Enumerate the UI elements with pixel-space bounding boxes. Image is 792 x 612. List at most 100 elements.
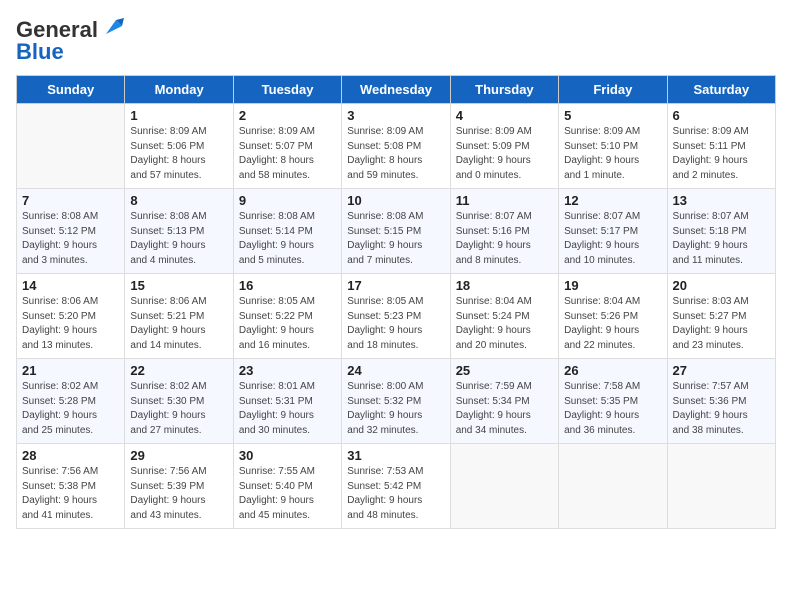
calendar-cell: 25 Sunrise: 7:59 AMSunset: 5:34 PMDayligh… bbox=[450, 359, 558, 444]
calendar-cell: 2 Sunrise: 8:09 AMSunset: 5:07 PMDaylight… bbox=[233, 104, 341, 189]
week-row-3: 14 Sunrise: 8:06 AMSunset: 5:20 PMDayligh… bbox=[17, 274, 776, 359]
calendar-cell: 17 Sunrise: 8:05 AMSunset: 5:23 PMDayligh… bbox=[342, 274, 450, 359]
calendar-cell: 13 Sunrise: 8:07 AMSunset: 5:18 PMDayligh… bbox=[667, 189, 775, 274]
day-detail: Sunrise: 7:55 AMSunset: 5:40 PMDaylight:… bbox=[239, 465, 336, 523]
calendar-cell: 14 Sunrise: 8:06 AMSunset: 5:20 PMDayligh… bbox=[17, 274, 125, 359]
day-number: 23 bbox=[239, 363, 336, 378]
calendar-cell bbox=[667, 444, 775, 529]
day-header-wednesday: Wednesday bbox=[342, 76, 450, 104]
calendar-cell: 18 Sunrise: 8:04 AMSunset: 5:24 PMDayligh… bbox=[450, 274, 558, 359]
calendar-cell: 21 Sunrise: 8:02 AMSunset: 5:28 PMDayligh… bbox=[17, 359, 125, 444]
calendar-cell bbox=[450, 444, 558, 529]
calendar-cell: 11 Sunrise: 8:07 AMSunset: 5:16 PMDayligh… bbox=[450, 189, 558, 274]
day-detail: Sunrise: 8:00 AMSunset: 5:32 PMDaylight:… bbox=[347, 380, 444, 438]
day-number: 14 bbox=[22, 278, 119, 293]
day-detail: Sunrise: 8:09 AMSunset: 5:10 PMDaylight:… bbox=[564, 125, 661, 183]
day-number: 20 bbox=[673, 278, 770, 293]
day-number: 1 bbox=[130, 108, 227, 123]
calendar-cell bbox=[559, 444, 667, 529]
day-detail: Sunrise: 8:01 AMSunset: 5:31 PMDaylight:… bbox=[239, 380, 336, 438]
day-header-saturday: Saturday bbox=[667, 76, 775, 104]
day-header-thursday: Thursday bbox=[450, 76, 558, 104]
day-detail: Sunrise: 8:07 AMSunset: 5:17 PMDaylight:… bbox=[564, 210, 661, 268]
day-detail: Sunrise: 8:09 AMSunset: 5:11 PMDaylight:… bbox=[673, 125, 770, 183]
day-detail: Sunrise: 8:04 AMSunset: 5:24 PMDaylight:… bbox=[456, 295, 553, 353]
logo-blue: Blue bbox=[16, 39, 64, 65]
day-number: 22 bbox=[130, 363, 227, 378]
day-detail: Sunrise: 7:57 AMSunset: 5:36 PMDaylight:… bbox=[673, 380, 770, 438]
week-row-5: 28 Sunrise: 7:56 AMSunset: 5:38 PMDayligh… bbox=[17, 444, 776, 529]
calendar-cell: 27Sunrise: 7:57 AMSunset: 5:36 PMDayligh… bbox=[667, 359, 775, 444]
day-detail: Sunrise: 7:56 AMSunset: 5:39 PMDaylight:… bbox=[130, 465, 227, 523]
day-number: 26 bbox=[564, 363, 661, 378]
calendar-cell: 29Sunrise: 7:56 AMSunset: 5:39 PMDayligh… bbox=[125, 444, 233, 529]
calendar-cell: 22 Sunrise: 8:02 AMSunset: 5:30 PMDayligh… bbox=[125, 359, 233, 444]
day-number: 18 bbox=[456, 278, 553, 293]
calendar-cell: 15Sunrise: 8:06 AMSunset: 5:21 PMDayligh… bbox=[125, 274, 233, 359]
calendar-cell: 16 Sunrise: 8:05 AMSunset: 5:22 PMDayligh… bbox=[233, 274, 341, 359]
header: General Blue bbox=[16, 16, 776, 65]
day-number: 21 bbox=[22, 363, 119, 378]
day-number: 8 bbox=[130, 193, 227, 208]
calendar-cell: 26 Sunrise: 7:58 AMSunset: 5:35 PMDayligh… bbox=[559, 359, 667, 444]
day-number: 2 bbox=[239, 108, 336, 123]
day-header-sunday: Sunday bbox=[17, 76, 125, 104]
calendar-cell: 31 Sunrise: 7:53 AMSunset: 5:42 PMDayligh… bbox=[342, 444, 450, 529]
day-number: 9 bbox=[239, 193, 336, 208]
calendar-cell: 20 Sunrise: 8:03 AMSunset: 5:27 PMDayligh… bbox=[667, 274, 775, 359]
day-detail: Sunrise: 8:06 AMSunset: 5:20 PMDaylight:… bbox=[22, 295, 119, 353]
calendar-cell: 24Sunrise: 8:00 AMSunset: 5:32 PMDayligh… bbox=[342, 359, 450, 444]
calendar-cell: 3Sunrise: 8:09 AMSunset: 5:08 PMDaylight… bbox=[342, 104, 450, 189]
day-number: 16 bbox=[239, 278, 336, 293]
week-row-4: 21 Sunrise: 8:02 AMSunset: 5:28 PMDayligh… bbox=[17, 359, 776, 444]
day-detail: Sunrise: 8:04 AMSunset: 5:26 PMDaylight:… bbox=[564, 295, 661, 353]
calendar-cell: 30 Sunrise: 7:55 AMSunset: 5:40 PMDayligh… bbox=[233, 444, 341, 529]
day-detail: Sunrise: 8:02 AMSunset: 5:30 PMDaylight:… bbox=[130, 380, 227, 438]
day-number: 25 bbox=[456, 363, 553, 378]
calendar-cell: 19Sunrise: 8:04 AMSunset: 5:26 PMDayligh… bbox=[559, 274, 667, 359]
day-detail: Sunrise: 8:09 AMSunset: 5:09 PMDaylight:… bbox=[456, 125, 553, 183]
day-detail: Sunrise: 7:56 AMSunset: 5:38 PMDaylight:… bbox=[22, 465, 119, 523]
day-header-tuesday: Tuesday bbox=[233, 76, 341, 104]
calendar-cell: 1Sunrise: 8:09 AMSunset: 5:06 PMDaylight… bbox=[125, 104, 233, 189]
day-number: 13 bbox=[673, 193, 770, 208]
day-number: 7 bbox=[22, 193, 119, 208]
day-header-friday: Friday bbox=[559, 76, 667, 104]
week-row-1: 1Sunrise: 8:09 AMSunset: 5:06 PMDaylight… bbox=[17, 104, 776, 189]
day-detail: Sunrise: 7:58 AMSunset: 5:35 PMDaylight:… bbox=[564, 380, 661, 438]
logo: General Blue bbox=[16, 16, 124, 65]
day-number: 28 bbox=[22, 448, 119, 463]
day-detail: Sunrise: 7:53 AMSunset: 5:42 PMDaylight:… bbox=[347, 465, 444, 523]
day-number: 12 bbox=[564, 193, 661, 208]
calendar-cell: 23 Sunrise: 8:01 AMSunset: 5:31 PMDayligh… bbox=[233, 359, 341, 444]
calendar-cell: 5 Sunrise: 8:09 AMSunset: 5:10 PMDaylight… bbox=[559, 104, 667, 189]
day-number: 10 bbox=[347, 193, 444, 208]
calendar-cell: 7Sunrise: 8:08 AMSunset: 5:12 PMDaylight… bbox=[17, 189, 125, 274]
day-detail: Sunrise: 8:09 AMSunset: 5:08 PMDaylight:… bbox=[347, 125, 444, 183]
day-detail: Sunrise: 8:07 AMSunset: 5:16 PMDaylight:… bbox=[456, 210, 553, 268]
day-number: 17 bbox=[347, 278, 444, 293]
day-detail: Sunrise: 8:02 AMSunset: 5:28 PMDaylight:… bbox=[22, 380, 119, 438]
calendar-cell: 12 Sunrise: 8:07 AMSunset: 5:17 PMDayligh… bbox=[559, 189, 667, 274]
logo-bird-icon bbox=[102, 16, 124, 38]
day-number: 5 bbox=[564, 108, 661, 123]
day-detail: Sunrise: 8:05 AMSunset: 5:23 PMDaylight:… bbox=[347, 295, 444, 353]
calendar-table: SundayMondayTuesdayWednesdayThursdayFrid… bbox=[16, 75, 776, 529]
day-detail: Sunrise: 8:08 AMSunset: 5:15 PMDaylight:… bbox=[347, 210, 444, 268]
calendar-cell: 10 Sunrise: 8:08 AMSunset: 5:15 PMDayligh… bbox=[342, 189, 450, 274]
day-number: 6 bbox=[673, 108, 770, 123]
day-detail: Sunrise: 8:03 AMSunset: 5:27 PMDaylight:… bbox=[673, 295, 770, 353]
day-number: 11 bbox=[456, 193, 553, 208]
day-number: 4 bbox=[456, 108, 553, 123]
calendar-cell: 9 Sunrise: 8:08 AMSunset: 5:14 PMDaylight… bbox=[233, 189, 341, 274]
day-detail: Sunrise: 8:09 AMSunset: 5:07 PMDaylight:… bbox=[239, 125, 336, 183]
calendar-cell: 4 Sunrise: 8:09 AMSunset: 5:09 PMDaylight… bbox=[450, 104, 558, 189]
day-detail: Sunrise: 8:07 AMSunset: 5:18 PMDaylight:… bbox=[673, 210, 770, 268]
day-number: 31 bbox=[347, 448, 444, 463]
day-detail: Sunrise: 8:06 AMSunset: 5:21 PMDaylight:… bbox=[130, 295, 227, 353]
week-row-2: 7Sunrise: 8:08 AMSunset: 5:12 PMDaylight… bbox=[17, 189, 776, 274]
day-number: 30 bbox=[239, 448, 336, 463]
day-detail: Sunrise: 7:59 AMSunset: 5:34 PMDaylight:… bbox=[456, 380, 553, 438]
day-detail: Sunrise: 8:05 AMSunset: 5:22 PMDaylight:… bbox=[239, 295, 336, 353]
day-detail: Sunrise: 8:08 AMSunset: 5:14 PMDaylight:… bbox=[239, 210, 336, 268]
